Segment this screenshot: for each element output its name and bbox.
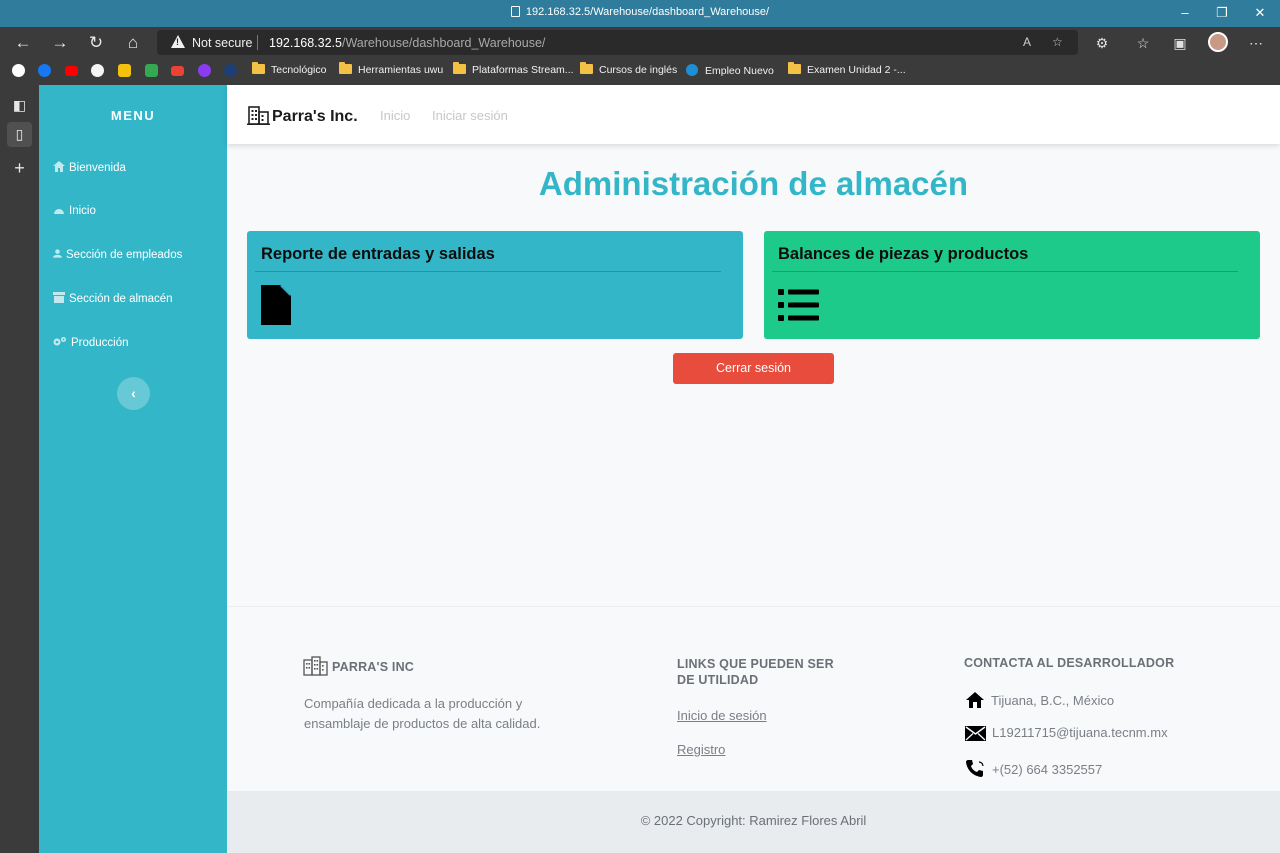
- building-icon: [247, 106, 270, 125]
- list-icon: [778, 289, 819, 321]
- drive-icon[interactable]: [145, 64, 158, 77]
- bookmarks-bar: Tecnológico Herramientas uwu Plataformas…: [0, 58, 1280, 85]
- home-icon: [53, 161, 65, 172]
- bookmark-folder[interactable]: Herramientas uwu: [339, 62, 443, 76]
- main-content: Parra's Inc. Inicio Iniciar sesión Admin…: [227, 85, 1280, 853]
- refresh-button[interactable]: ↻: [85, 32, 107, 54]
- envelope-icon: [965, 726, 986, 741]
- bookmark-link[interactable]: Empleo Nuevo: [686, 64, 774, 77]
- folder-icon: [788, 62, 801, 74]
- address-bar[interactable]: Not secure 192.168.32.5/Warehouse/dashbo…: [157, 30, 1078, 55]
- folder-icon: [252, 62, 265, 74]
- extensions-icon[interactable]: ⚙: [1091, 33, 1113, 53]
- folder-icon: [453, 62, 466, 74]
- favorite-star-icon[interactable]: ☆: [1052, 35, 1063, 49]
- github-icon[interactable]: [91, 64, 104, 77]
- site-icon[interactable]: [224, 64, 237, 77]
- classroom-icon[interactable]: [118, 64, 131, 77]
- sidebar-item-produccion[interactable]: Producción: [53, 336, 129, 349]
- folder-icon: [339, 62, 352, 74]
- bookmark-folder[interactable]: Examen Unidad 2 -...: [788, 62, 906, 76]
- sidebar-item-empleados[interactable]: Sección de empleados: [53, 248, 182, 261]
- vertical-tabs: ◧ ▯ +: [0, 85, 39, 853]
- home-button[interactable]: ⌂: [122, 32, 144, 54]
- footer: PARRA'S INC Compañía dedicada a la produ…: [227, 606, 1280, 791]
- footer-contact-heading: CONTACTA AL DESARROLLADOR: [964, 656, 1175, 670]
- logout-button[interactable]: Cerrar sesión: [673, 353, 834, 384]
- more-menu-icon[interactable]: ⋯: [1245, 33, 1267, 53]
- collections-icon[interactable]: ▣: [1169, 33, 1191, 53]
- bookmark-folder[interactable]: Plataformas Stream...: [453, 62, 574, 76]
- youtube-icon[interactable]: [65, 66, 78, 76]
- profile-avatar[interactable]: [1208, 32, 1228, 52]
- favorites-icon[interactable]: ☆: [1132, 33, 1154, 53]
- current-tab[interactable]: ▯: [7, 122, 32, 147]
- top-navbar: Parra's Inc. Inicio Iniciar sesión: [227, 85, 1280, 144]
- twitch-icon[interactable]: [198, 64, 211, 77]
- collapse-sidebar-button[interactable]: ‹: [117, 377, 150, 410]
- sidebar-item-almacen[interactable]: Sección de almacén: [53, 292, 173, 305]
- user-icon: [53, 249, 62, 258]
- dashboard-icon: [54, 209, 64, 214]
- card-title: Reporte de entradas y salidas: [261, 245, 495, 263]
- restore-button[interactable]: ❐: [1207, 3, 1237, 23]
- page-icon: [510, 6, 520, 17]
- card-balances[interactable]: Balances de piezas y productos: [764, 231, 1260, 339]
- bookmark-folder[interactable]: Tecnológico: [252, 62, 326, 76]
- footer-links-heading: LINKS QUE PUEDEN SER DE UTILIDAD: [677, 657, 834, 687]
- contact-phone: +(52) 664 3352557: [965, 759, 1102, 778]
- file-icon: [261, 285, 291, 325]
- brand-name: Parra's Inc.: [272, 108, 358, 125]
- window-title: 192.168.32.5/Warehouse/dashboard_Warehou…: [525, 6, 770, 18]
- nav-link-iniciar-sesion[interactable]: Iniciar sesión: [432, 108, 508, 123]
- minimize-button[interactable]: –: [1170, 3, 1200, 23]
- card-title: Balances de piezas y productos: [778, 245, 1029, 263]
- security-label: Not secure: [192, 36, 253, 50]
- read-aloud-icon[interactable]: A: [1023, 35, 1031, 49]
- footer-company-description: Compañía dedicada a la producción y ensa…: [304, 696, 541, 731]
- new-tab-button[interactable]: +: [7, 156, 32, 181]
- close-window-button[interactable]: ✕: [1245, 3, 1275, 23]
- tab-actions-icon[interactable]: ◧: [7, 93, 32, 118]
- url-path: /Warehouse/dashboard_Warehouse/: [342, 36, 546, 50]
- folder-icon: [580, 62, 593, 74]
- gears-icon: [53, 337, 66, 346]
- sidebar-item-inicio[interactable]: Inicio: [53, 204, 96, 217]
- copyright-bar: © 2022 Copyright: Ramirez Flores Abril: [227, 791, 1280, 853]
- footer-link-inicio-sesion[interactable]: Inicio de sesión: [677, 708, 767, 723]
- edge-icon: [686, 64, 698, 76]
- browser-toolbar: ← → ↻ ⌂ Not secure 192.168.32.5/Warehous…: [0, 27, 1280, 58]
- gmail-icon[interactable]: [171, 66, 184, 76]
- page-title: Administración de almacén: [538, 165, 969, 202]
- nav-link-inicio[interactable]: Inicio: [380, 108, 410, 123]
- house-icon: [966, 692, 984, 708]
- contact-email: L19211715@tijuana.tecnm.mx: [965, 725, 1168, 741]
- contact-location: Tijuana, B.C., México: [965, 691, 1114, 709]
- building-icon: [303, 656, 328, 676]
- footer-company-heading: PARRA'S INC: [303, 656, 414, 676]
- google-icon[interactable]: [12, 64, 25, 77]
- card-reporte[interactable]: Reporte de entradas y salidas: [247, 231, 743, 339]
- warehouse-icon: [53, 292, 65, 303]
- menu-title: MENU: [110, 108, 156, 123]
- sidebar-item-bienvenida[interactable]: Bienvenida: [53, 161, 126, 174]
- warning-icon: [171, 35, 185, 48]
- back-button[interactable]: ←: [12, 32, 34, 54]
- facebook-icon[interactable]: [38, 64, 51, 77]
- brand[interactable]: Parra's Inc.: [247, 105, 358, 126]
- browser-titlebar: 192.168.32.5/Warehouse/dashboard_Warehou…: [0, 0, 1280, 27]
- bookmark-folder[interactable]: Cursos de inglés: [580, 62, 677, 76]
- sidebar: MENU Bienvenida Inicio Sección de emplea…: [39, 85, 227, 853]
- url-host: 192.168.32.5: [269, 36, 342, 50]
- footer-link-registro[interactable]: Registro: [677, 742, 725, 757]
- phone-icon: [966, 760, 984, 777]
- forward-button[interactable]: →: [49, 32, 71, 54]
